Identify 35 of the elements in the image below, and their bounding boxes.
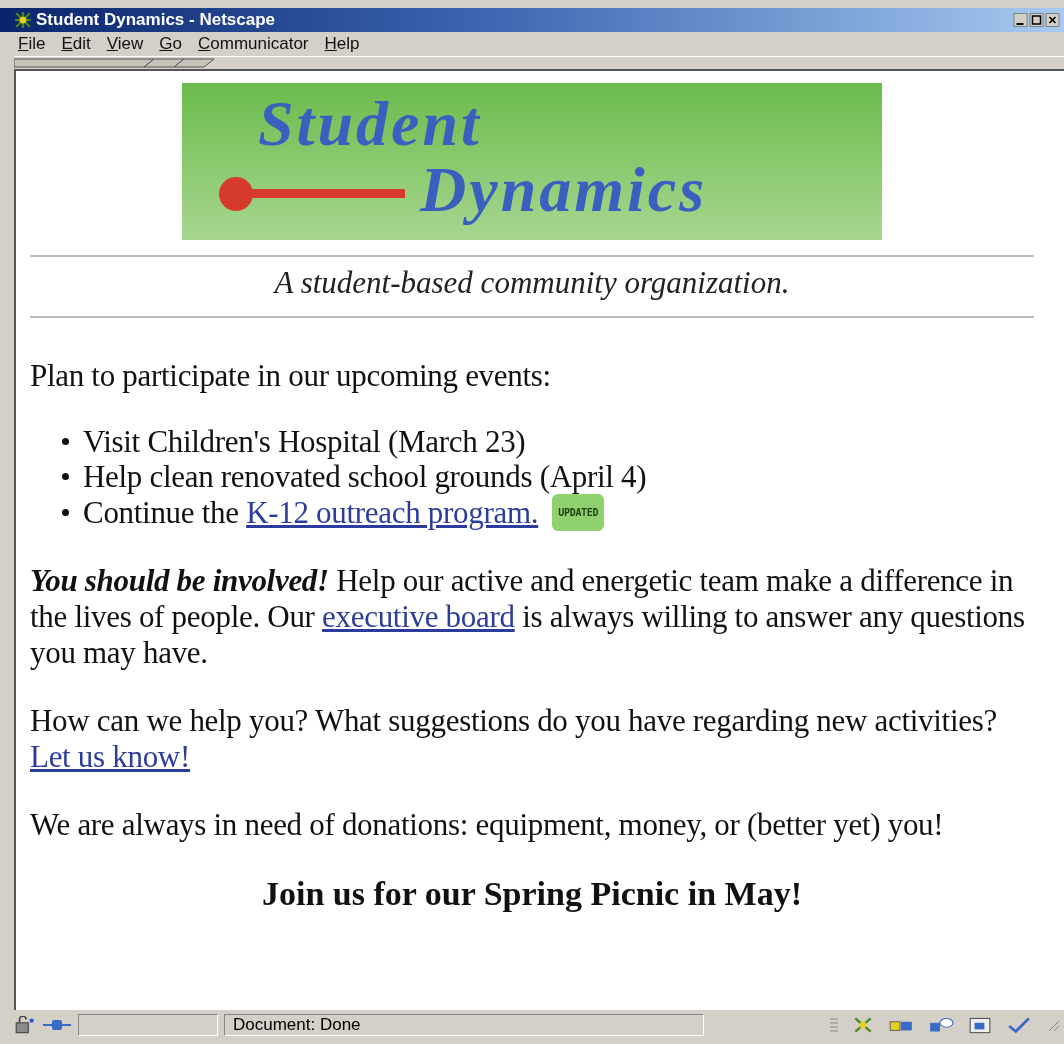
paragraph: You should be involved! Help our active and energetic team make a difference in the lives of people. Our executive board is always willing to answer any questions you may have. (30, 563, 1026, 671)
board-link[interactable]: executive board (322, 599, 515, 634)
tagline: A student-based community organization. (272, 265, 791, 301)
logo-title: Student (258, 91, 483, 157)
resize-grip-icon[interactable] (1046, 1018, 1060, 1032)
paragraph: How can we help you? What suggestions do you have regarding new activities? (30, 703, 998, 739)
menu-item[interactable]: File (18, 34, 46, 54)
paragraph: We are always in need of donations: equipment, money, or (better yet) you! (30, 807, 945, 843)
bullet-icon (62, 509, 69, 516)
app-icon (14, 11, 32, 29)
menu-item[interactable]: Communicator (198, 34, 309, 54)
check-icon[interactable] (1006, 1015, 1032, 1035)
contact-link[interactable]: Let us know! (30, 739, 190, 774)
menu-item[interactable]: View (106, 34, 144, 54)
event-item: Visit Children's Hospital (March 23) (83, 424, 526, 459)
minimize-icon[interactable] (1013, 13, 1028, 27)
menu-item[interactable]: Go (159, 34, 182, 54)
lock-icon (14, 1016, 36, 1034)
navigator-icon[interactable] (852, 1015, 874, 1035)
close-icon[interactable] (1045, 13, 1060, 27)
window-title: Student Dynamics - Netscape (36, 10, 275, 30)
updated-badge: UPDATED (552, 494, 605, 531)
outreach-link[interactable]: K-12 outreach program. (246, 495, 539, 530)
intro-text: Plan to participate in our upcoming events: (30, 358, 552, 394)
menu-item[interactable]: Edit (61, 34, 91, 54)
closing-heading: Join us for our Spring Picnic in May! (261, 875, 803, 913)
logo-title: Dynamics (420, 157, 708, 223)
maximize-icon[interactable] (1029, 13, 1044, 27)
event-item: Help clean renovated school grounds (April 4) (83, 459, 647, 494)
menu-item[interactable]: Help (324, 34, 360, 54)
grip-icon[interactable] (830, 1015, 838, 1035)
bullet-icon (62, 438, 69, 445)
event-item: Continue the K-12 outreach program. (83, 495, 539, 530)
bullet-icon (62, 473, 69, 480)
status-message: Document: Done (224, 1014, 704, 1036)
